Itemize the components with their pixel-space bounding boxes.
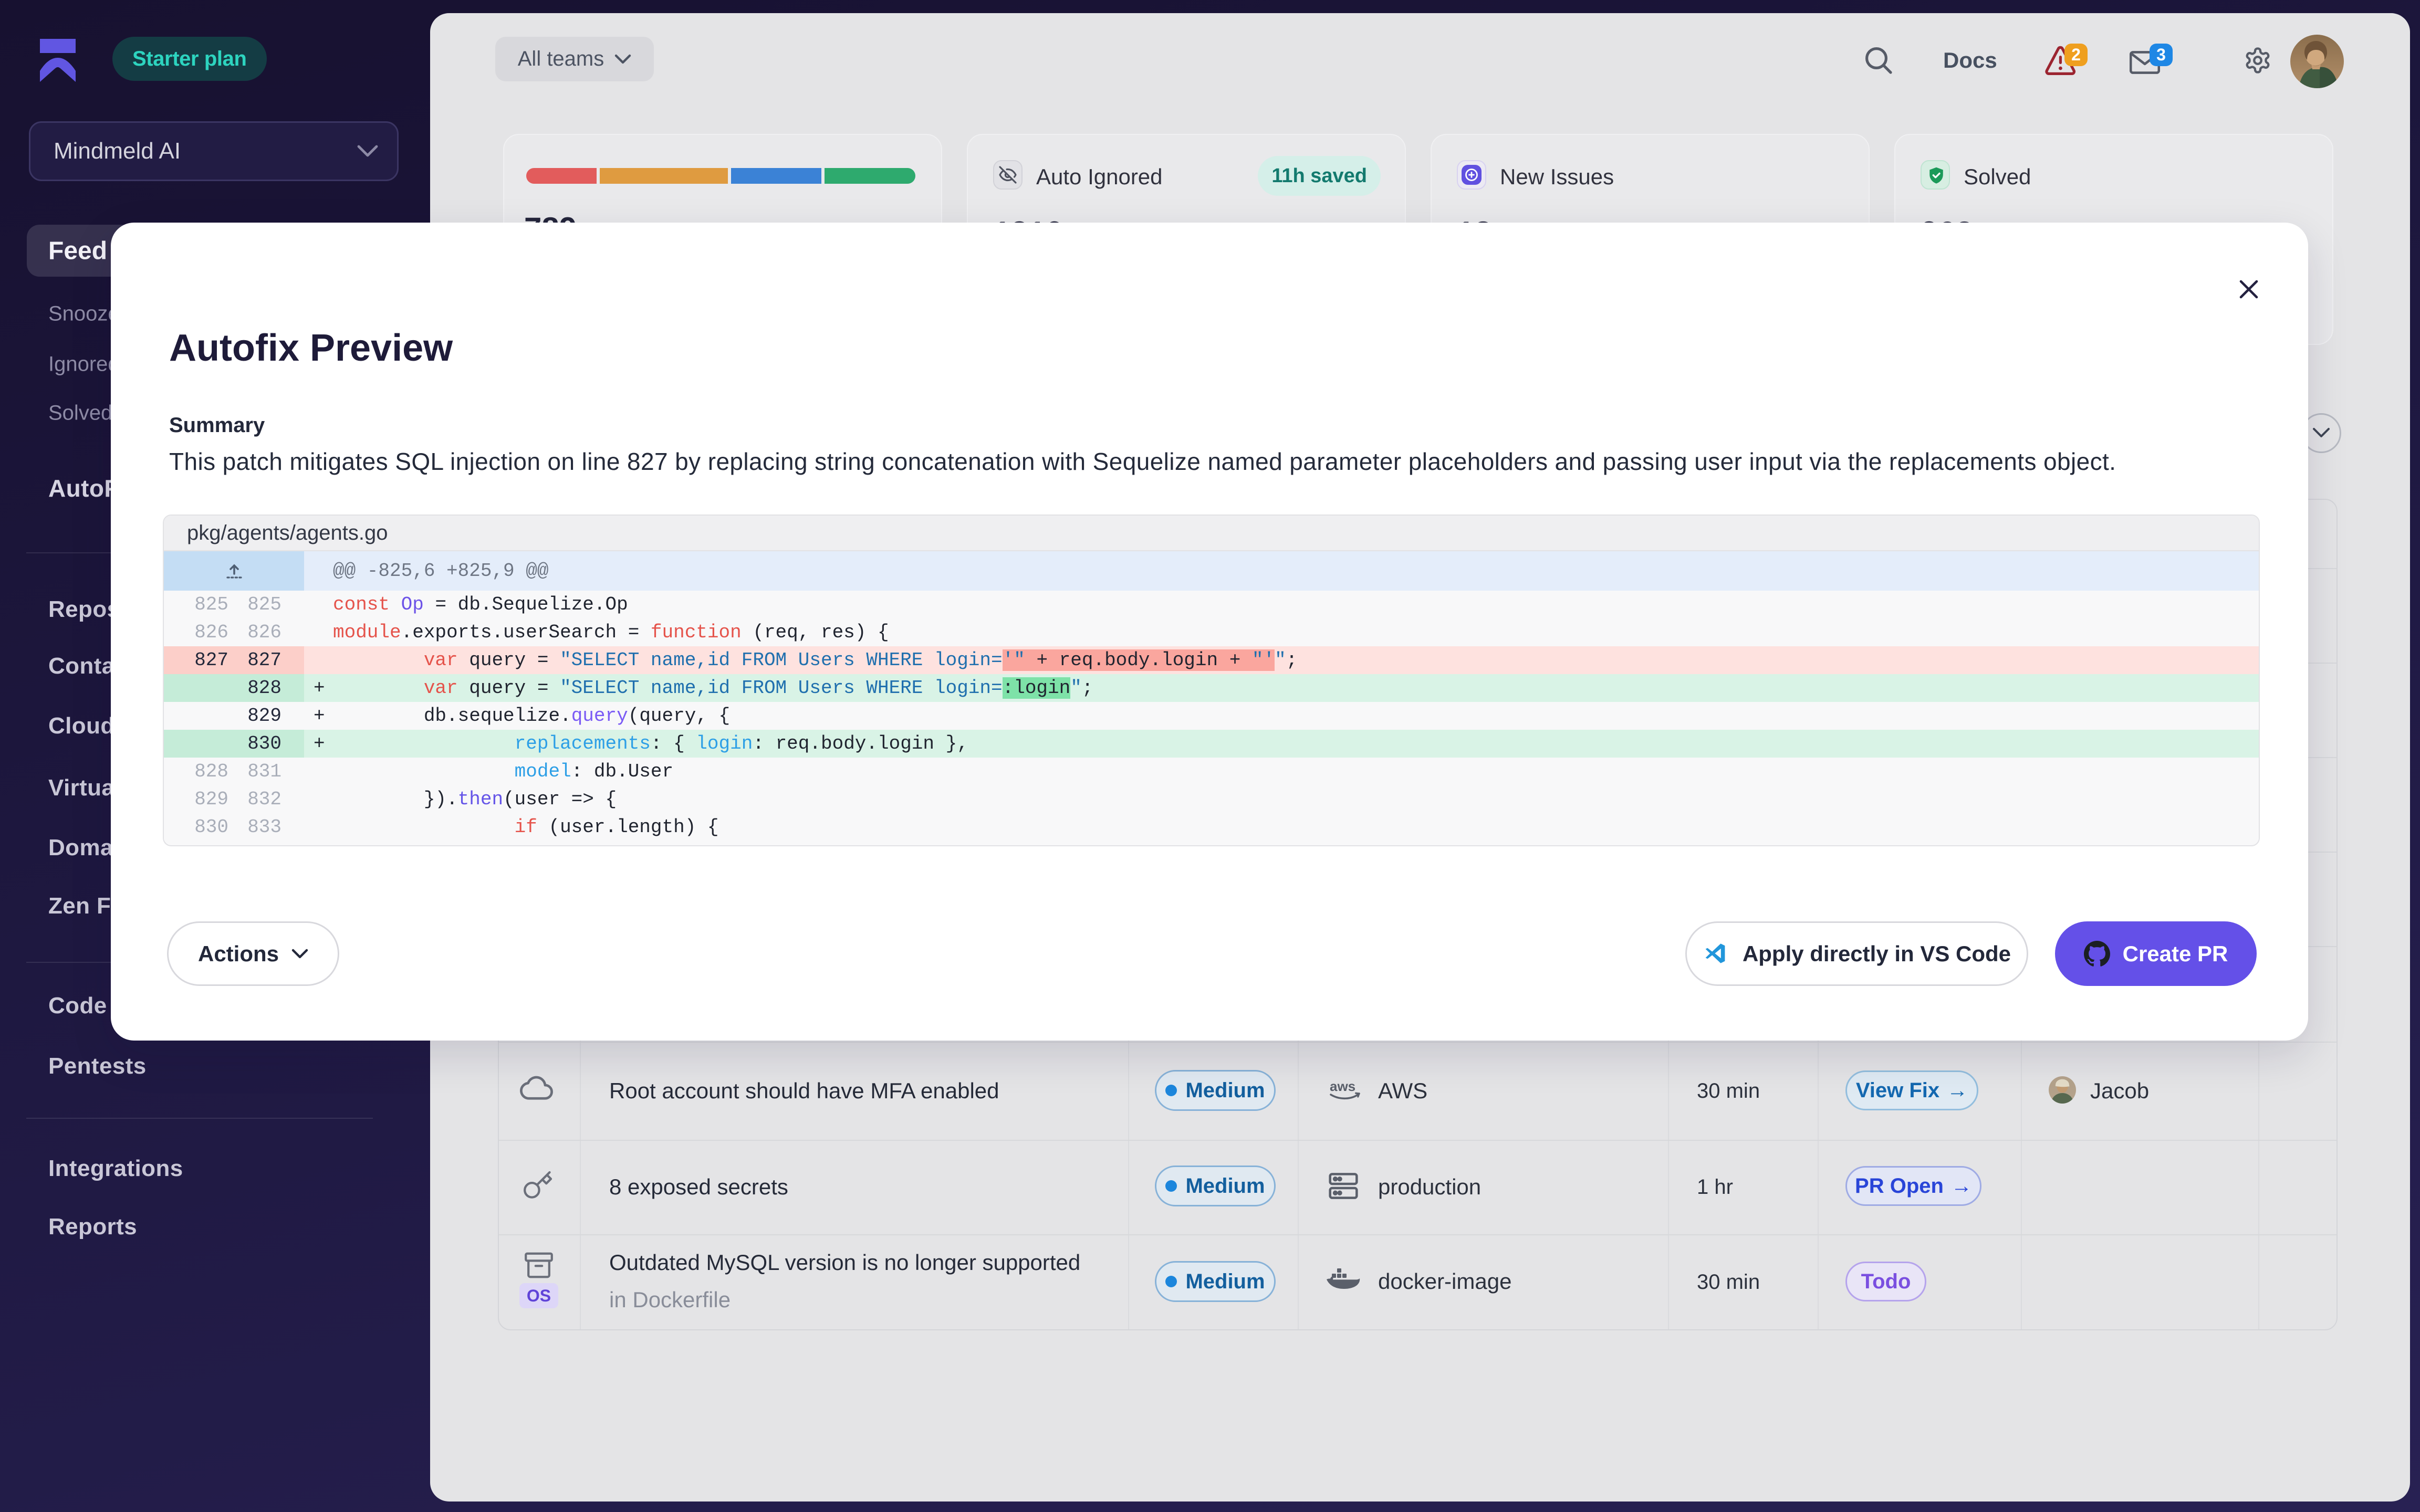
svg-text:aws: aws [1330,1078,1355,1094]
